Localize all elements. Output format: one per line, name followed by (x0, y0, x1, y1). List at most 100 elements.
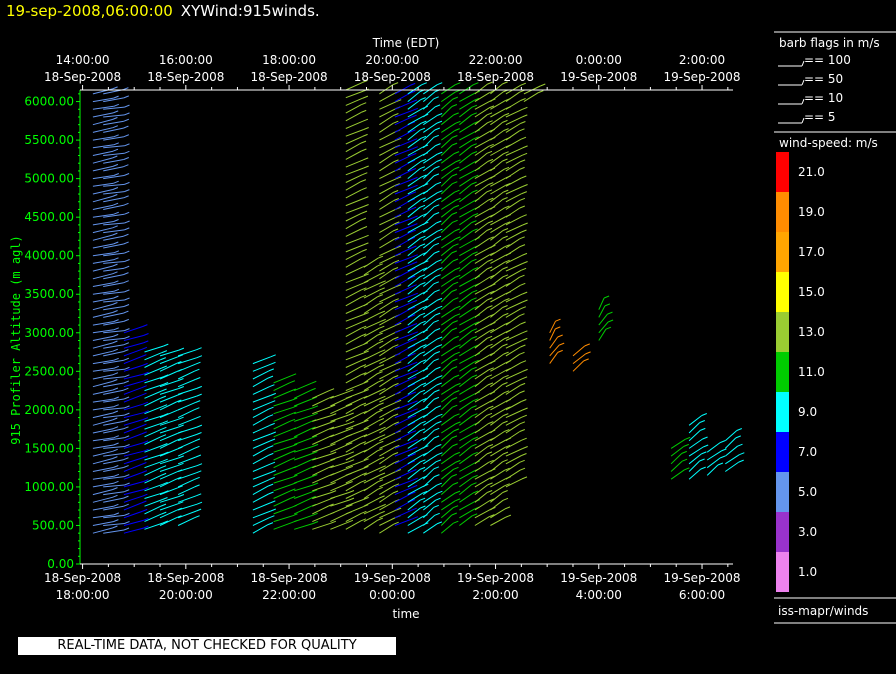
wind-barb-flag (520, 306, 526, 310)
wind-barb (440, 338, 455, 349)
wind-barb-flag (519, 467, 526, 471)
wind-barb (252, 394, 271, 403)
wind-barb (92, 243, 114, 249)
wind-barb (159, 448, 178, 457)
wind-barb (459, 299, 472, 311)
wind-barb-flag (681, 450, 687, 454)
wind-barb-flag (268, 368, 274, 372)
wind-barb (379, 153, 394, 164)
wind-barb (273, 382, 291, 392)
wind-barb-flag (123, 495, 129, 499)
wind-barb (177, 370, 195, 380)
wind-barb (345, 181, 362, 191)
wind-barb-flag (436, 521, 443, 525)
wind-barb-flag (196, 393, 202, 397)
wind-barb (144, 428, 162, 438)
wind-barb (490, 177, 507, 187)
wind-barb-flag (362, 118, 369, 122)
wind-barb (505, 448, 523, 457)
wind-barb (345, 111, 362, 122)
wind-barb-flag (521, 414, 527, 418)
wind-barb-flag (178, 424, 184, 428)
wind-barb (345, 219, 362, 230)
wind-barb-flag (123, 418, 129, 422)
wind-barb-flag (195, 415, 201, 419)
wind-barb (459, 423, 475, 434)
wind-barb (363, 458, 380, 469)
wind-barb (490, 362, 506, 372)
wind-barb-flag (141, 431, 147, 435)
wind-barb-flag (194, 407, 200, 411)
wind-barb (474, 230, 488, 241)
wind-barb-flag (701, 413, 707, 416)
wind-barb-flag (124, 412, 130, 416)
wind-barb-flag (451, 366, 458, 370)
wind-barb (273, 438, 293, 445)
wind-barb-flag (502, 305, 508, 308)
wind-barb (177, 349, 197, 357)
wind-barb (505, 293, 523, 303)
wind-barb-flag (268, 445, 274, 449)
wind-barb-flag (377, 409, 383, 413)
wind-barb-flag (522, 407, 528, 411)
wind-barb-flag (349, 420, 355, 424)
wind-barb-flag (267, 375, 274, 379)
wind-barb (177, 357, 198, 365)
wind-barb-flag (522, 261, 528, 264)
wind-barb (490, 246, 505, 257)
wind-barb-flag (412, 261, 418, 265)
wind-barb (345, 512, 362, 523)
x-tick-label-date: 19-Sep-2008 (457, 571, 534, 585)
wind-barb-flag (360, 402, 367, 406)
wind-barb (345, 236, 364, 245)
wind-barb (363, 282, 381, 291)
wind-barb (159, 349, 180, 357)
wind-barb (422, 461, 437, 472)
wind-barb (345, 412, 362, 422)
wind-barb-flag (379, 510, 385, 514)
wind-barb-flag (161, 388, 167, 392)
wind-barb-flag (348, 451, 355, 455)
wind-barb (177, 472, 197, 480)
wind-barb (505, 323, 521, 334)
wind-barb-flag (123, 357, 130, 361)
wind-barb-flag (112, 348, 118, 352)
wind-barb (345, 212, 363, 222)
wind-barb (440, 484, 454, 495)
speed-color-swatch (776, 432, 789, 472)
wind-barb-flag (522, 114, 528, 118)
wind-barb-flag (161, 511, 167, 515)
wind-barb (490, 508, 506, 519)
wind-barb-flag (420, 505, 426, 509)
wind-barb (177, 495, 197, 503)
wind-barb (345, 174, 363, 183)
wind-barb (103, 446, 125, 449)
wind-barb (459, 492, 474, 503)
wind-barb-flag (113, 180, 119, 184)
wind-barb (273, 522, 292, 530)
wind-barb (459, 191, 473, 203)
wind-barb-flag (160, 434, 167, 438)
wind-barb-flag (685, 436, 691, 440)
wind-barb-flag (522, 330, 528, 334)
wind-barb (459, 92, 476, 103)
wind-barb-flag (420, 320, 426, 324)
wind-barb (294, 407, 314, 415)
wind-barb (294, 514, 313, 523)
wind-barb-flag (113, 103, 119, 107)
wind-barb-flag (112, 148, 119, 152)
wind-barb-flag (454, 490, 461, 494)
wind-barb (345, 429, 364, 438)
wind-barb-flag (471, 328, 478, 332)
wind-barb (474, 384, 489, 395)
wind-barb-flag (437, 82, 443, 86)
wind-barb-flag (377, 301, 384, 305)
speed-bin-label: 3.0 (798, 525, 817, 539)
wind-barb (363, 312, 381, 322)
wind-barb-flag (419, 497, 426, 501)
wind-barb-flag (521, 453, 527, 456)
y-tick-label: 6000.00 (24, 95, 74, 109)
wind-barb-flag (360, 140, 367, 144)
wind-barb (252, 510, 271, 519)
wind-barb-flag (411, 507, 417, 511)
